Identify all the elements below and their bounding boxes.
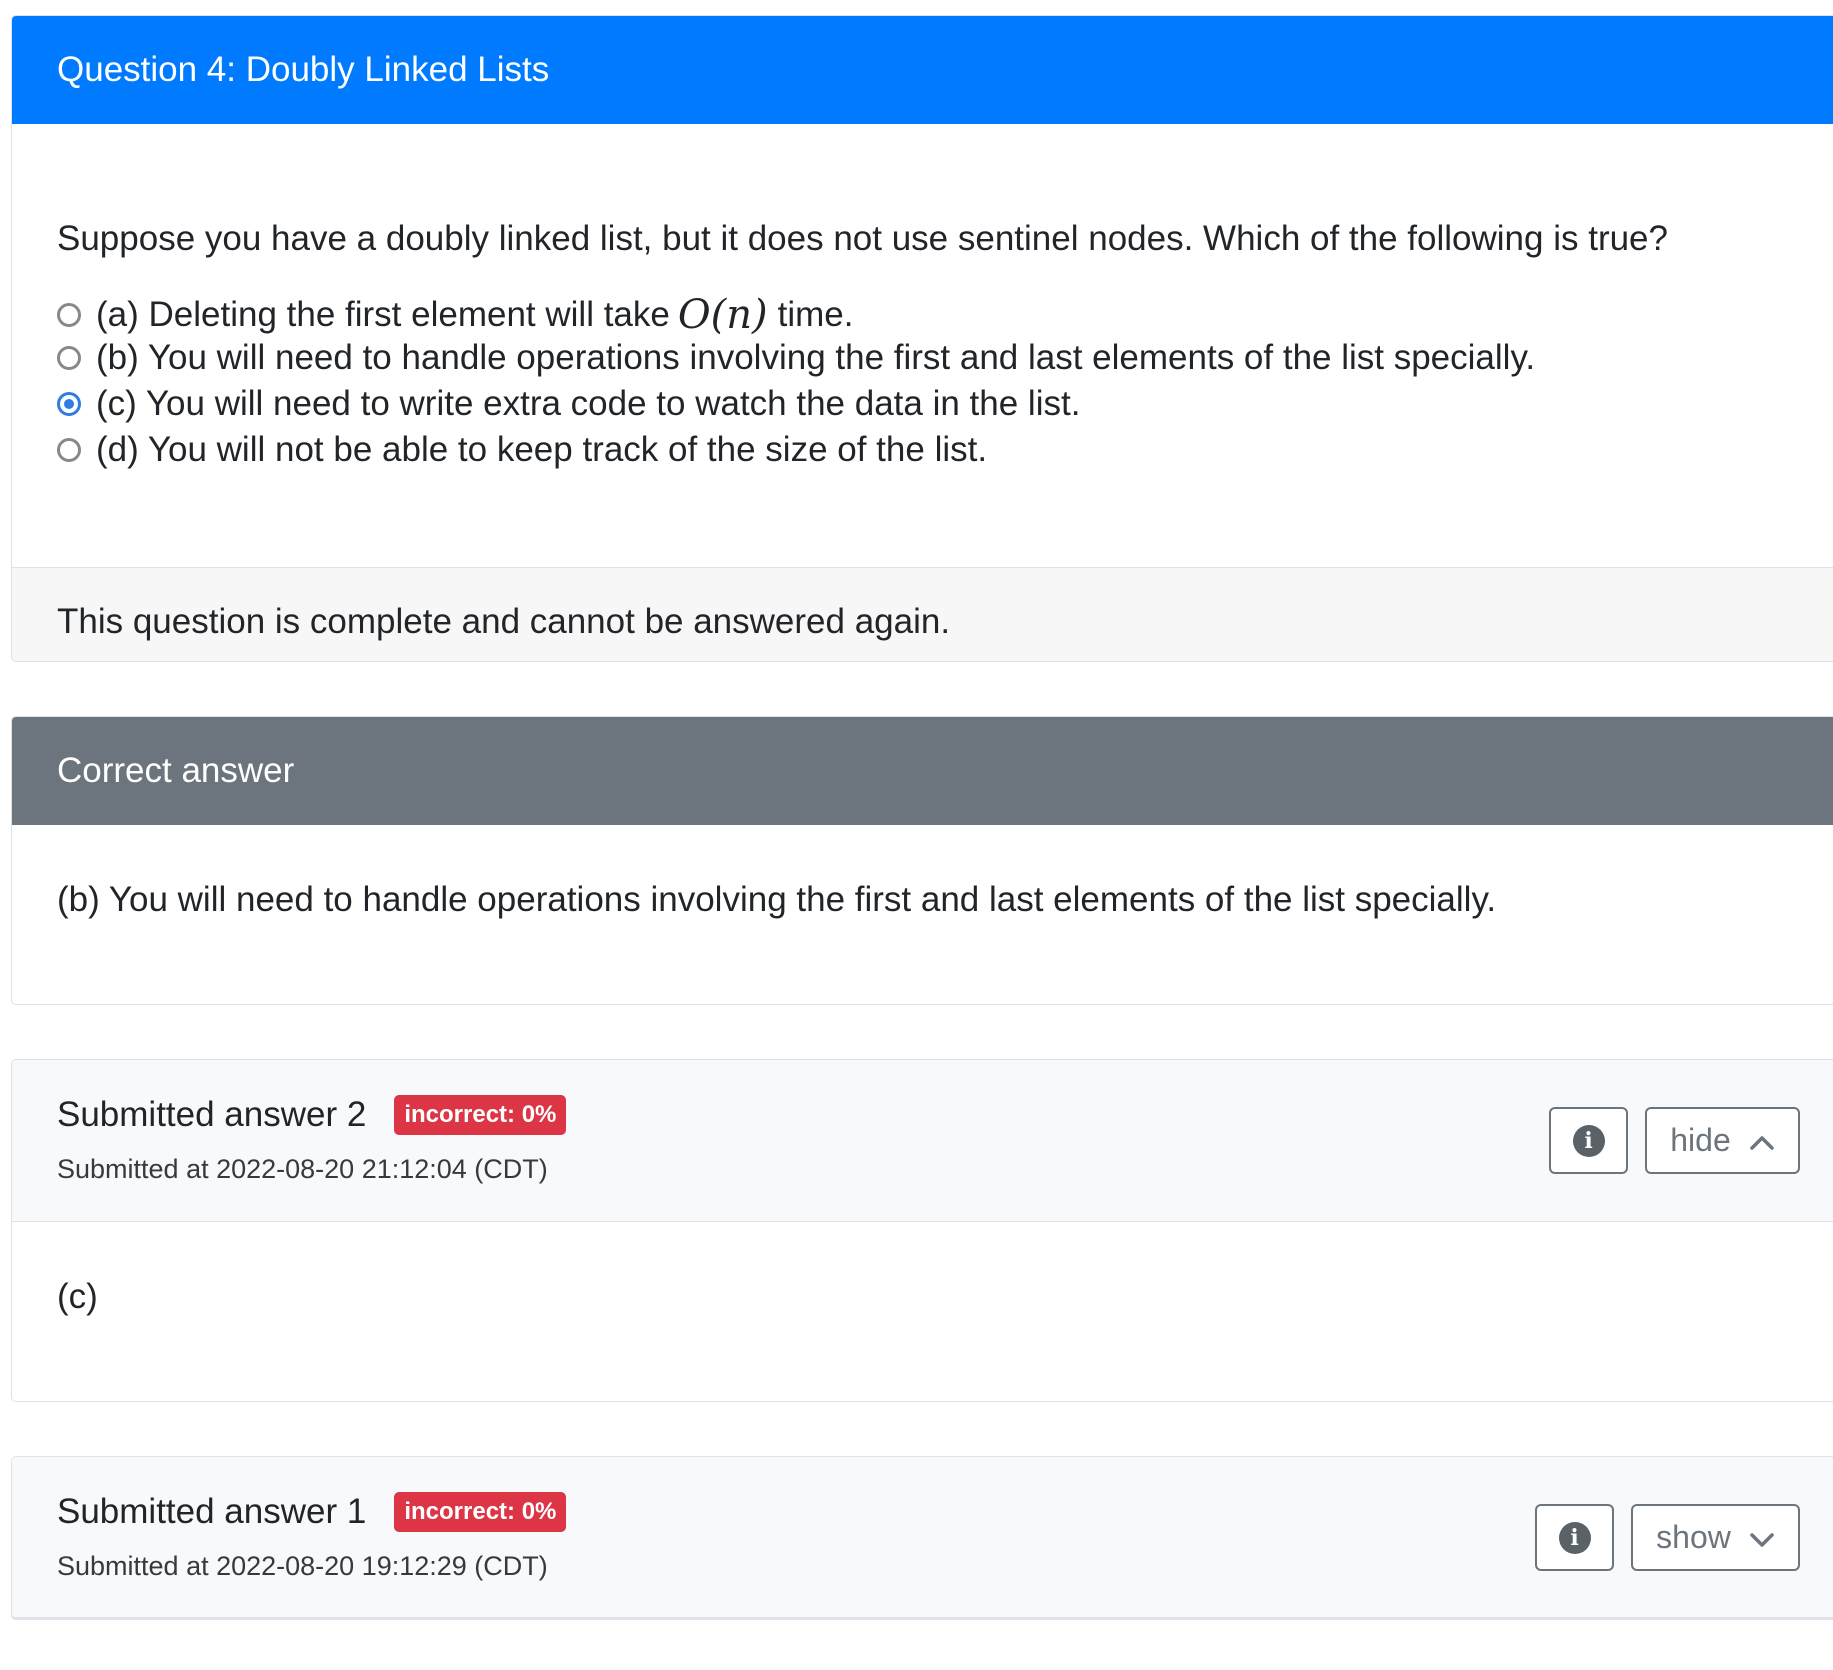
option-a-label-pre: (a) Deleting the first element will take [96, 295, 670, 334]
question-status: This question is complete and cannot be … [57, 602, 951, 641]
submission-card-2: Submitted answer 2 incorrect: 0% Submitt… [11, 1059, 1833, 1402]
option-d[interactable]: (d) You will not be able to keep track o… [57, 430, 987, 470]
correct-answer-header: Correct answer [12, 717, 1833, 825]
correct-answer-text: (b) You will need to handle operations i… [57, 880, 1497, 919]
option-c[interactable]: (c) You will need to write extra code to… [57, 384, 1080, 424]
submission-1-time: Submitted at 2022-08-20 19:12:29 (CDT) [57, 1551, 548, 1581]
submission-1-info-button[interactable]: i [1535, 1504, 1614, 1571]
submission-card-1: Submitted answer 1 incorrect: 0% Submitt… [11, 1456, 1833, 1620]
question-footer: This question is complete and cannot be … [12, 567, 1833, 661]
option-d-radio[interactable] [57, 438, 81, 462]
submission-2-info-button[interactable]: i [1549, 1107, 1628, 1174]
option-a-radio[interactable] [57, 303, 81, 327]
submission-1-header: Submitted answer 1 incorrect: 0% Submitt… [12, 1457, 1833, 1617]
submission-2-header: Submitted answer 2 incorrect: 0% Submitt… [12, 1060, 1833, 1222]
status-badge: incorrect: 0% [394, 1492, 567, 1532]
submission-1-toggle-label: show [1656, 1519, 1731, 1555]
chevron-down-icon [1749, 1519, 1775, 1556]
submission-1-title-row: Submitted answer 1 incorrect: 0% [57, 1492, 567, 1532]
option-b[interactable]: (b) You will need to handle operations i… [57, 338, 1535, 378]
submission-2-body: (c) [12, 1222, 1833, 1401]
question-card: Question 4: Doubly Linked Lists Suppose … [11, 15, 1833, 662]
submission-1-toggle-button[interactable]: show [1631, 1504, 1800, 1571]
option-b-radio[interactable] [57, 346, 81, 370]
submission-2-answer: (c) [57, 1277, 98, 1316]
option-b-label: (b) You will need to handle operations i… [96, 338, 1536, 377]
submission-2-title-row: Submitted answer 2 incorrect: 0% [57, 1095, 567, 1135]
info-icon: i [1558, 1521, 1591, 1554]
chevron-up-icon [1749, 1122, 1775, 1159]
correct-answer-card: Correct answer (b) You will need to hand… [11, 716, 1833, 1005]
question-header: Question 4: Doubly Linked Lists [12, 16, 1833, 124]
option-a-math: O(n) [677, 292, 768, 338]
correct-answer-body: (b) You will need to handle operations i… [12, 825, 1833, 1004]
option-a[interactable]: (a) Deleting the first element will take… [57, 292, 853, 338]
question-title: Question 4: Doubly Linked Lists [57, 50, 550, 89]
option-c-label: (c) You will need to write extra code to… [96, 384, 1081, 423]
option-d-label: (d) You will not be able to keep track o… [96, 430, 988, 469]
correct-answer-title: Correct answer [57, 751, 295, 790]
submission-1-title: Submitted answer 1 [57, 1492, 367, 1531]
submission-2-title: Submitted answer 2 [57, 1095, 367, 1134]
option-a-label-post: time. [777, 295, 854, 334]
info-icon: i [1572, 1124, 1605, 1157]
status-badge: incorrect: 0% [394, 1095, 567, 1135]
submission-2-toggle-label: hide [1670, 1122, 1731, 1158]
option-c-radio[interactable] [57, 392, 81, 416]
submission-2-toggle-button[interactable]: hide [1645, 1107, 1800, 1174]
question-body: Suppose you have a doubly linked list, b… [12, 124, 1833, 567]
question-prompt: Suppose you have a doubly linked list, b… [57, 219, 1668, 258]
submission-2-time: Submitted at 2022-08-20 21:12:04 (CDT) [57, 1154, 548, 1184]
